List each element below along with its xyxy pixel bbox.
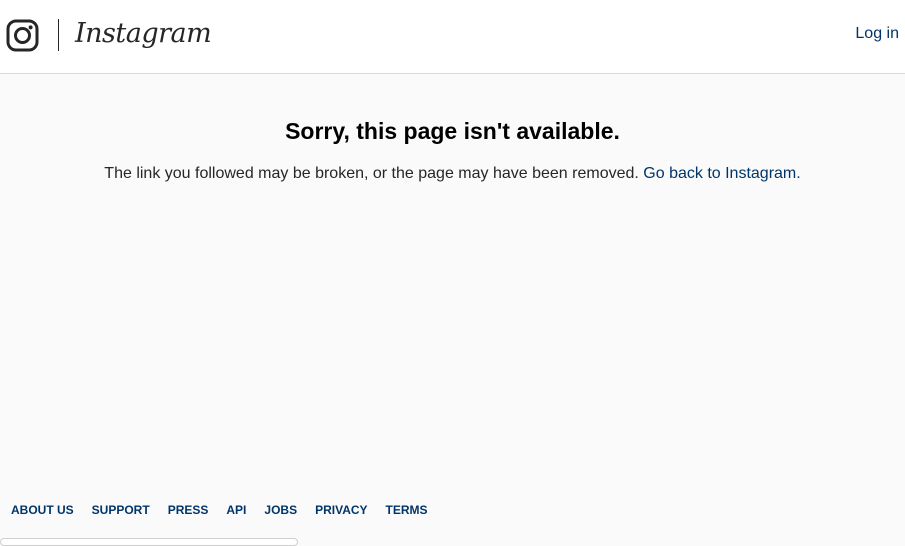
- error-title: Sorry, this page isn't available.: [285, 118, 620, 144]
- error-message: The link you followed may be broken, or …: [0, 163, 905, 185]
- bottom-edge-panel: [0, 538, 298, 546]
- footer-link-about-us[interactable]: ABOUT US: [11, 501, 74, 519]
- footer-nav: ABOUT US SUPPORT PRESS API JOBS PRIVACY …: [11, 501, 428, 519]
- footer-link-press[interactable]: PRESS: [168, 501, 209, 519]
- go-back-link[interactable]: Go back to Instagram.: [643, 165, 800, 182]
- log-in-link[interactable]: Log in: [855, 24, 899, 44]
- footer-link-terms[interactable]: TERMS: [386, 501, 428, 519]
- logo-divider: [58, 19, 59, 51]
- footer-link-jobs[interactable]: JOBS: [264, 501, 297, 519]
- footer-link-privacy[interactable]: PRIVACY: [315, 501, 367, 519]
- instagram-wordmark-logo[interactable]: Instagram: [75, 14, 212, 54]
- error-message-text: The link you followed may be broken, or …: [104, 165, 639, 182]
- instagram-camera-icon[interactable]: [6, 19, 39, 52]
- footer-link-support[interactable]: SUPPORT: [92, 501, 150, 519]
- top-navigation-bar: Instagram Log in: [0, 0, 905, 74]
- footer-link-api[interactable]: API: [226, 501, 246, 519]
